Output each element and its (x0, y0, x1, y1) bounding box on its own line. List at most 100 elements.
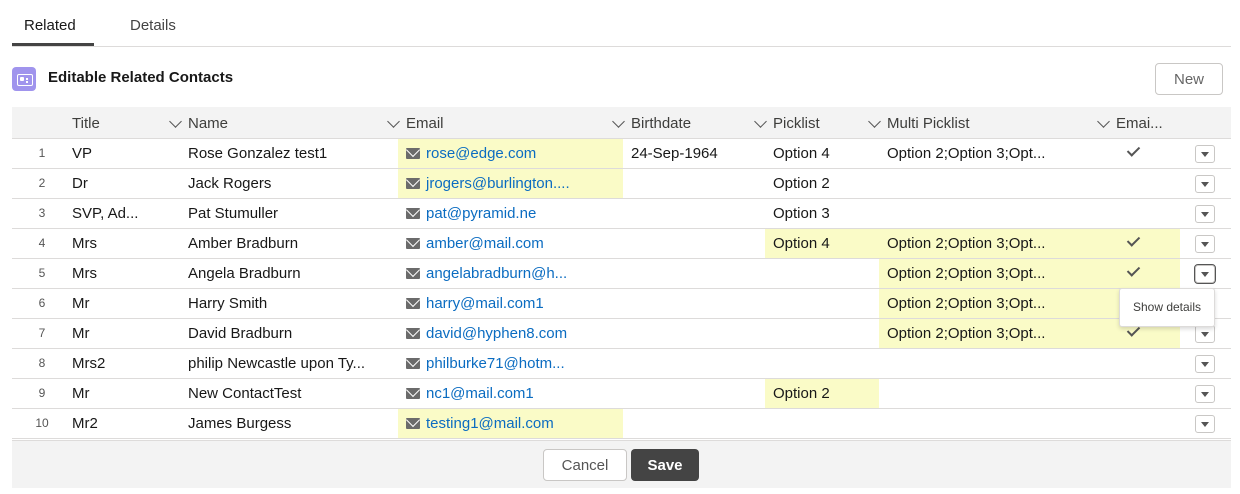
cell-email-opt-out[interactable] (1116, 409, 1180, 438)
row-actions-menu-icon[interactable] (1195, 355, 1215, 373)
cell-multi-picklist[interactable] (879, 199, 1116, 228)
cell-picklist[interactable] (765, 409, 879, 438)
column-header-title[interactable]: Title (72, 107, 188, 139)
cell-title[interactable]: Mr (72, 289, 188, 318)
row-actions-menu-icon[interactable] (1194, 264, 1216, 284)
cell-title[interactable]: Mr (72, 319, 188, 348)
row-actions-menu-icon[interactable] (1195, 205, 1215, 223)
tab-details[interactable]: Details (130, 17, 176, 34)
cell-name[interactable]: Jack Rogers (188, 169, 406, 198)
cell-birthdate[interactable] (631, 289, 773, 318)
cell-name[interactable]: Amber Bradburn (188, 229, 406, 258)
email-link[interactable]: nc1@mail.com1 (426, 385, 534, 402)
chevron-down-icon[interactable] (612, 115, 625, 128)
cell-birthdate[interactable] (631, 379, 773, 408)
table-row[interactable]: 8 Mrs2 philip Newcastle upon Ty... philburk… (12, 349, 1231, 379)
cell-picklist[interactable] (765, 259, 879, 288)
cell-birthdate[interactable] (631, 349, 773, 378)
cell-birthdate[interactable] (631, 319, 773, 348)
cell-title[interactable]: Mrs (72, 229, 188, 258)
cell-email[interactable]: testing1@mail.com (398, 409, 623, 438)
email-link[interactable]: david@hyphen8.com (426, 325, 567, 342)
cell-multi-picklist[interactable] (879, 349, 1116, 378)
cell-birthdate[interactable] (631, 169, 773, 198)
cell-title[interactable]: VP (72, 139, 188, 168)
cell-birthdate[interactable] (631, 409, 773, 438)
cell-multi-picklist[interactable]: Option 2;Option 3;Opt... (879, 259, 1116, 288)
email-link[interactable]: amber@mail.com (426, 235, 544, 252)
column-header-name[interactable]: Name (188, 107, 406, 139)
cell-title[interactable]: Dr (72, 169, 188, 198)
row-actions-menu-icon[interactable] (1195, 235, 1215, 253)
cell-picklist[interactable] (765, 319, 879, 348)
cell-multi-picklist[interactable]: Option 2;Option 3;Opt... (879, 319, 1116, 348)
row-actions-menu-icon[interactable] (1195, 145, 1215, 163)
cell-name[interactable]: James Burgess (188, 409, 406, 438)
cell-name[interactable]: Pat Stumuller (188, 199, 406, 228)
cell-title[interactable]: Mrs2 (72, 349, 188, 378)
tab-related[interactable]: Related (24, 17, 76, 34)
email-link[interactable]: jrogers@burlington.... (426, 175, 570, 192)
column-header-birthdate[interactable]: Birthdate (631, 107, 773, 139)
cell-email[interactable]: pat@pyramid.ne (398, 199, 623, 228)
table-row[interactable]: 2 Dr Jack Rogers jrogers@burlington.... Opti… (12, 169, 1231, 199)
row-actions-menu-icon[interactable] (1195, 415, 1215, 433)
cell-email[interactable]: harry@mail.com1 (398, 289, 623, 318)
cell-multi-picklist[interactable] (879, 409, 1116, 438)
save-button[interactable]: Save (631, 449, 699, 481)
email-link[interactable]: testing1@mail.com (426, 415, 554, 432)
cell-email-opt-out[interactable] (1116, 259, 1180, 288)
table-row[interactable]: 10 Mr2 James Burgess testing1@mail.com (12, 409, 1231, 439)
cell-email-opt-out[interactable] (1116, 139, 1180, 168)
cancel-button[interactable]: Cancel (543, 449, 627, 481)
cell-picklist[interactable]: Option 3 (765, 199, 879, 228)
cell-multi-picklist[interactable]: Option 2;Option 3;Opt... (879, 289, 1116, 318)
email-link[interactable]: philburke71@hotm... (426, 355, 565, 372)
cell-email[interactable]: nc1@mail.com1 (398, 379, 623, 408)
cell-email[interactable]: jrogers@burlington.... (398, 169, 623, 198)
cell-email[interactable]: angelabradburn@h... (398, 259, 623, 288)
cell-name[interactable]: Harry Smith (188, 289, 406, 318)
table-row[interactable]: 3 SVP, Ad... Pat Stumuller pat@pyramid.ne Op… (12, 199, 1231, 229)
table-row[interactable]: 9 Mr New ContactTest nc1@mail.com1 Option 2 (12, 379, 1231, 409)
cell-birthdate[interactable]: 24-Sep-1964 (631, 139, 773, 168)
cell-birthdate[interactable] (631, 229, 773, 258)
email-link[interactable]: pat@pyramid.ne (426, 205, 536, 222)
email-link[interactable]: harry@mail.com1 (426, 295, 544, 312)
cell-picklist[interactable]: Option 2 (765, 379, 879, 408)
cell-email-opt-out[interactable] (1116, 379, 1180, 408)
cell-email[interactable]: rose@edge.com (398, 139, 623, 168)
cell-birthdate[interactable] (631, 199, 773, 228)
chevron-down-icon[interactable] (754, 115, 767, 128)
column-header-multi-picklist[interactable]: Multi Picklist (887, 107, 1116, 139)
cell-multi-picklist[interactable] (879, 379, 1116, 408)
column-header-email-opt-out[interactable]: Emai... (1116, 107, 1196, 139)
column-header-email[interactable]: Email (406, 107, 631, 139)
cell-multi-picklist[interactable]: Option 2;Option 3;Opt... (879, 139, 1116, 168)
cell-email-opt-out[interactable] (1116, 229, 1180, 258)
chevron-down-icon[interactable] (1097, 115, 1110, 128)
table-row[interactable]: 7 Mr David Bradburn david@hyphen8.com Option… (12, 319, 1231, 349)
new-button[interactable]: New (1155, 63, 1223, 95)
cell-birthdate[interactable] (631, 259, 773, 288)
chevron-down-icon[interactable] (169, 115, 182, 128)
cell-picklist[interactable]: Option 4 (765, 139, 879, 168)
cell-title[interactable]: Mr (72, 379, 188, 408)
chevron-down-icon[interactable] (387, 115, 400, 128)
cell-name[interactable]: Angela Bradburn (188, 259, 406, 288)
cell-multi-picklist[interactable] (879, 169, 1116, 198)
cell-email[interactable]: amber@mail.com (398, 229, 623, 258)
email-link[interactable]: rose@edge.com (426, 145, 536, 162)
cell-title[interactable]: Mrs (72, 259, 188, 288)
cell-picklist[interactable]: Option 2 (765, 169, 879, 198)
cell-title[interactable]: SVP, Ad... (72, 199, 188, 228)
email-link[interactable]: angelabradburn@h... (426, 265, 567, 282)
cell-picklist[interactable] (765, 289, 879, 318)
chevron-down-icon[interactable] (868, 115, 881, 128)
column-header-picklist[interactable]: Picklist (773, 107, 887, 139)
cell-email[interactable]: david@hyphen8.com (398, 319, 623, 348)
table-row[interactable]: 6 Mr Harry Smith harry@mail.com1 Option 2;Op… (12, 289, 1231, 319)
row-actions-menu-icon[interactable] (1195, 325, 1215, 343)
cell-name[interactable]: New ContactTest (188, 379, 406, 408)
cell-name[interactable]: philip Newcastle upon Ty... (188, 349, 406, 378)
